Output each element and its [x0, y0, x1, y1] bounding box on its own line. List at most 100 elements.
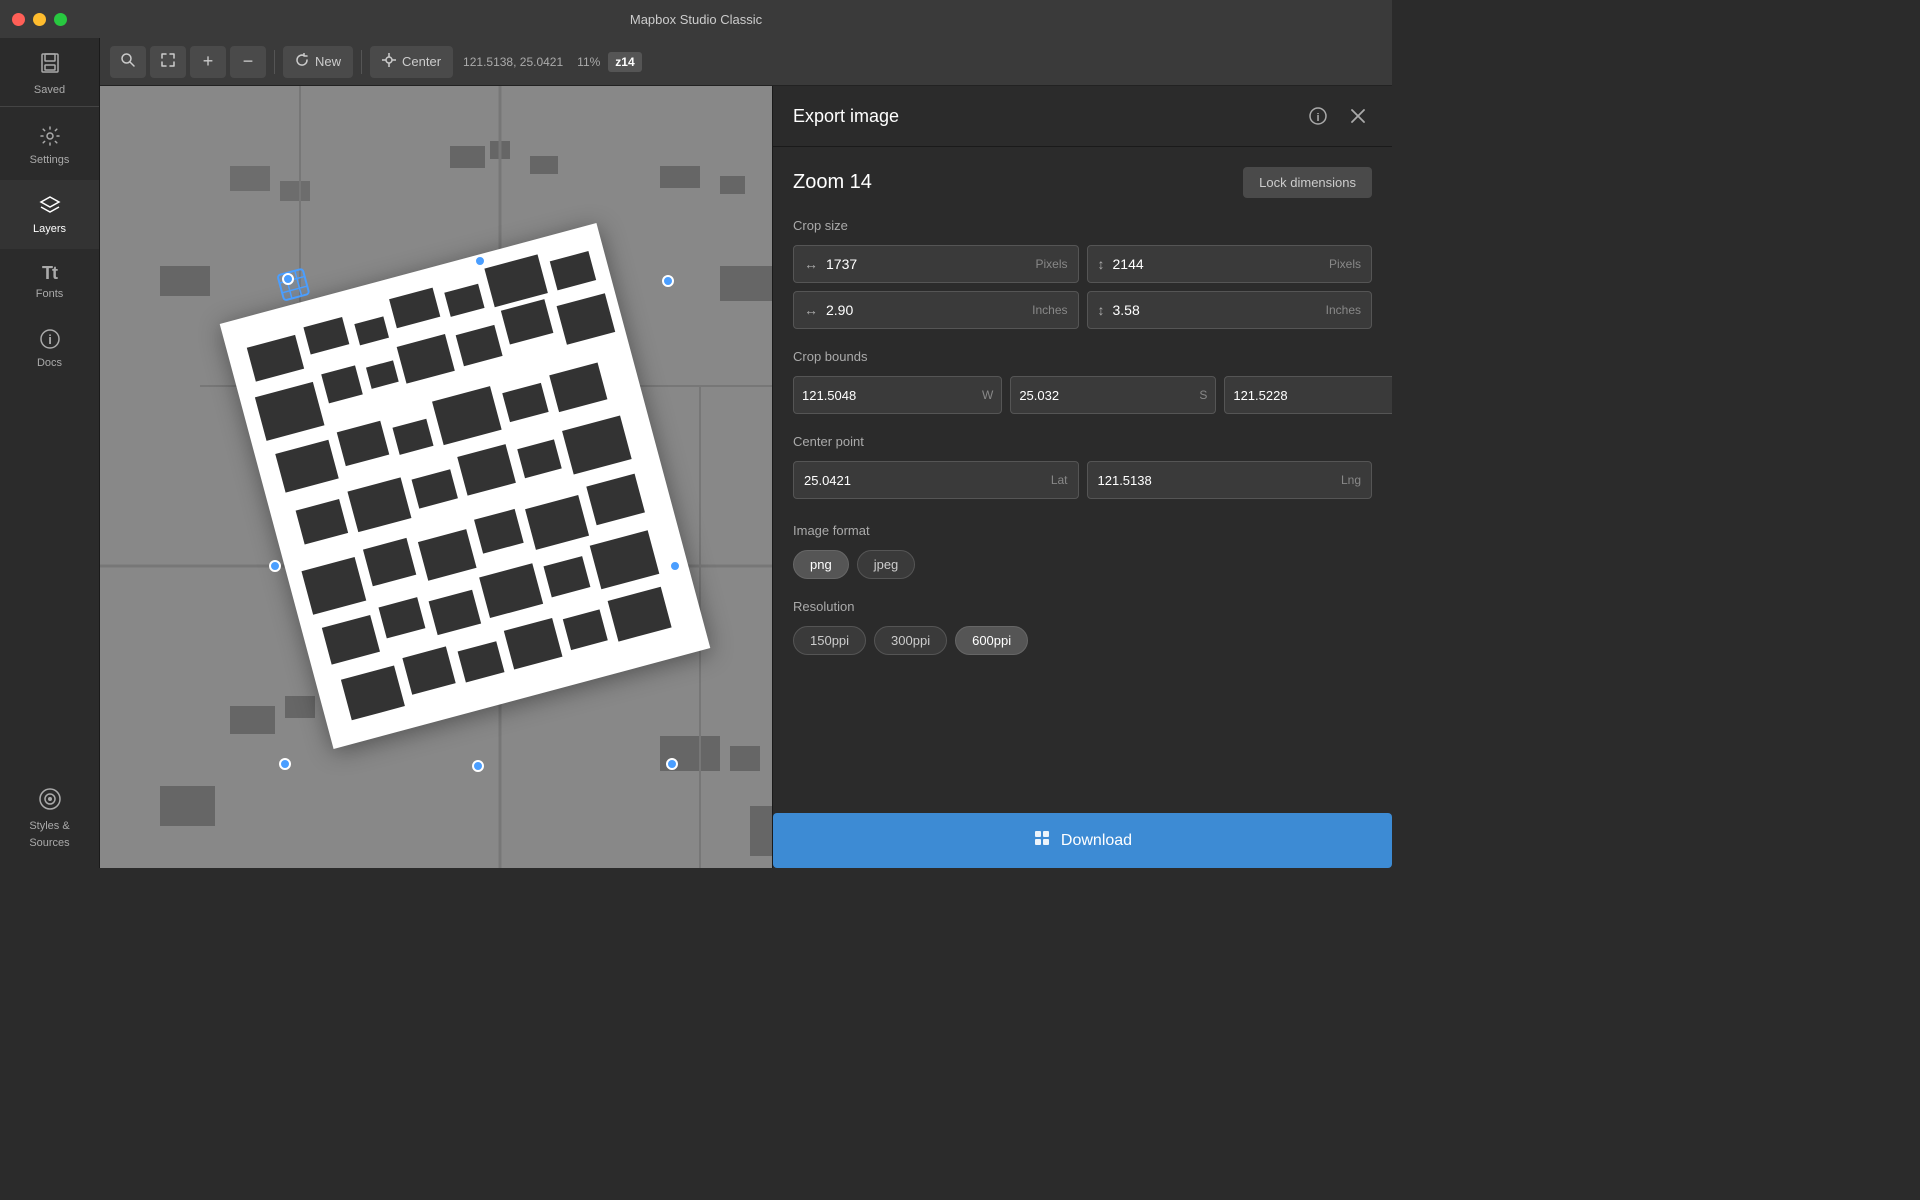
crop-width-in-input[interactable] — [826, 302, 1026, 318]
crop-handle-mid-right[interactable] — [669, 560, 681, 572]
format-section: Image format png jpeg — [793, 523, 1372, 579]
map-container[interactable] — [100, 86, 772, 868]
toolbar: + − New — [100, 38, 1392, 86]
sidebar-item-styles-sources[interactable]: Styles & Sources — [0, 772, 99, 868]
toolbar-zoom-badge: z14 — [608, 52, 641, 72]
bound-s-input[interactable] — [1019, 388, 1195, 403]
crop-handle-top-left[interactable] — [282, 273, 294, 285]
info-button[interactable]: i — [1304, 102, 1332, 130]
bound-s-group: S — [1010, 376, 1216, 414]
titlebar: Mapbox Studio Classic — [0, 0, 1392, 38]
new-button[interactable]: New — [283, 46, 353, 78]
app-title: Mapbox Studio Classic — [630, 12, 762, 27]
crop-handle-mid-left[interactable] — [269, 560, 281, 572]
bound-w-label: W — [982, 388, 993, 402]
export-body: Zoom 14 Lock dimensions Crop size ↔ Pixe… — [773, 147, 1392, 813]
center-lat-group: Lat — [793, 461, 1079, 499]
export-header: Export image i — [773, 86, 1392, 147]
crop-width-px-unit: Pixels — [1035, 257, 1067, 271]
crop-height-px-unit: Pixels — [1329, 257, 1361, 271]
fullscreen-icon — [160, 52, 176, 71]
crop-size-label: Crop size — [793, 218, 1372, 233]
crop-handle-bottom-left[interactable] — [279, 758, 291, 770]
download-button-label: Download — [1061, 832, 1132, 850]
sidebar: Saved Settings Layers Tt Fonts — [0, 38, 100, 868]
minimize-button[interactable] — [33, 13, 46, 26]
sidebar-item-layers[interactable]: Layers — [0, 180, 99, 249]
center-point-label: Center point — [793, 434, 1372, 449]
export-panel-title: Export image — [793, 106, 1304, 127]
res-150-button[interactable]: 150ppi — [793, 626, 866, 655]
bounds-row: W S E N — [793, 376, 1372, 414]
sidebar-item-styles-label: Styles & — [29, 819, 69, 833]
toolbar-sep-2 — [361, 50, 362, 74]
crop-width-px-input[interactable] — [826, 256, 1029, 272]
bound-e-group: E — [1224, 376, 1392, 414]
center-icon — [382, 53, 396, 70]
crop-width-in-row: ↔ Inches ↕ Inches — [793, 291, 1372, 329]
download-button[interactable]: Download — [773, 813, 1392, 868]
sidebar-item-docs[interactable]: i Docs — [0, 314, 99, 383]
bound-s-label: S — [1199, 388, 1207, 402]
sidebar-item-layers-label: Layers — [33, 223, 66, 235]
center-lng-label: Lng — [1341, 473, 1361, 487]
vertical-arrow-icon: ↕ — [1098, 256, 1105, 272]
app-body: Saved Settings Layers Tt Fonts — [0, 38, 1392, 868]
zoom-out-button[interactable]: − — [230, 46, 266, 78]
vertical-arrow-icon-2: ↕ — [1098, 302, 1105, 318]
format-label: Image format — [793, 523, 1372, 538]
close-button[interactable] — [12, 13, 25, 26]
search-icon — [120, 52, 136, 71]
zoom-in-button[interactable]: + — [190, 46, 226, 78]
sidebar-item-fonts[interactable]: Tt Fonts — [0, 249, 99, 314]
fonts-icon: Tt — [42, 263, 57, 284]
center-point-section: Center point Lat Lng — [793, 434, 1372, 499]
center-button[interactable]: Center — [370, 46, 453, 78]
toolbar-zoom-percent: 11% — [573, 55, 604, 69]
format-jpeg-button[interactable]: jpeg — [857, 550, 916, 579]
res-600-button[interactable]: 600ppi — [955, 626, 1028, 655]
crop-height-px-group: ↕ Pixels — [1087, 245, 1373, 283]
center-row: Lat Lng — [793, 461, 1372, 499]
center-lat-label: Lat — [1051, 473, 1068, 487]
resolution-section: Resolution 150ppi 300ppi 600ppi — [793, 599, 1372, 655]
crop-handle-bottom-right[interactable] — [666, 758, 678, 770]
format-png-button[interactable]: png — [793, 550, 849, 579]
crop-height-in-input[interactable] — [1113, 302, 1320, 318]
res-300-button[interactable]: 300ppi — [874, 626, 947, 655]
crop-height-in-unit: Inches — [1326, 303, 1361, 317]
sidebar-item-settings[interactable]: Settings — [0, 111, 99, 180]
crop-height-px-input[interactable] — [1113, 256, 1323, 272]
horizontal-arrow-icon: ↔ — [804, 256, 818, 272]
crop-handle-top-right[interactable] — [662, 275, 674, 287]
maximize-button[interactable] — [54, 13, 67, 26]
sidebar-item-saved[interactable]: Saved — [0, 38, 99, 107]
lock-dimensions-button[interactable]: Lock dimensions — [1243, 167, 1372, 198]
center-lng-input[interactable] — [1098, 473, 1335, 488]
new-button-label: New — [315, 54, 341, 69]
zoom-row: Zoom 14 Lock dimensions — [793, 167, 1372, 198]
docs-icon: i — [39, 328, 61, 353]
fullscreen-button[interactable] — [150, 46, 186, 78]
download-icon — [1033, 829, 1051, 852]
layers-icon — [39, 194, 61, 219]
center-lat-input[interactable] — [804, 473, 1045, 488]
sidebar-item-sources-label: Sources — [29, 836, 69, 850]
bound-e-input[interactable] — [1233, 388, 1392, 403]
crop-width-px-row: ↔ Pixels ↕ Pixels — [793, 245, 1372, 283]
crop-width-in-unit: Inches — [1032, 303, 1067, 317]
crop-handle-bottom-center[interactable] — [472, 760, 484, 772]
crop-size-section: Crop size ↔ Pixels ↕ Pixels — [793, 218, 1372, 329]
crop-height-in-group: ↕ Inches — [1087, 291, 1373, 329]
save-icon — [39, 52, 61, 80]
map-panel-row: Export image i — [100, 86, 1392, 868]
close-panel-button[interactable] — [1344, 102, 1372, 130]
crop-handle-top-center[interactable] — [474, 255, 486, 267]
search-button[interactable] — [110, 46, 146, 78]
bound-w-group: W — [793, 376, 1002, 414]
sidebar-item-fonts-label: Fonts — [36, 288, 64, 300]
minus-icon: − — [243, 51, 254, 72]
bound-w-input[interactable] — [802, 388, 978, 403]
center-button-label: Center — [402, 54, 441, 69]
refresh-icon — [295, 53, 309, 70]
